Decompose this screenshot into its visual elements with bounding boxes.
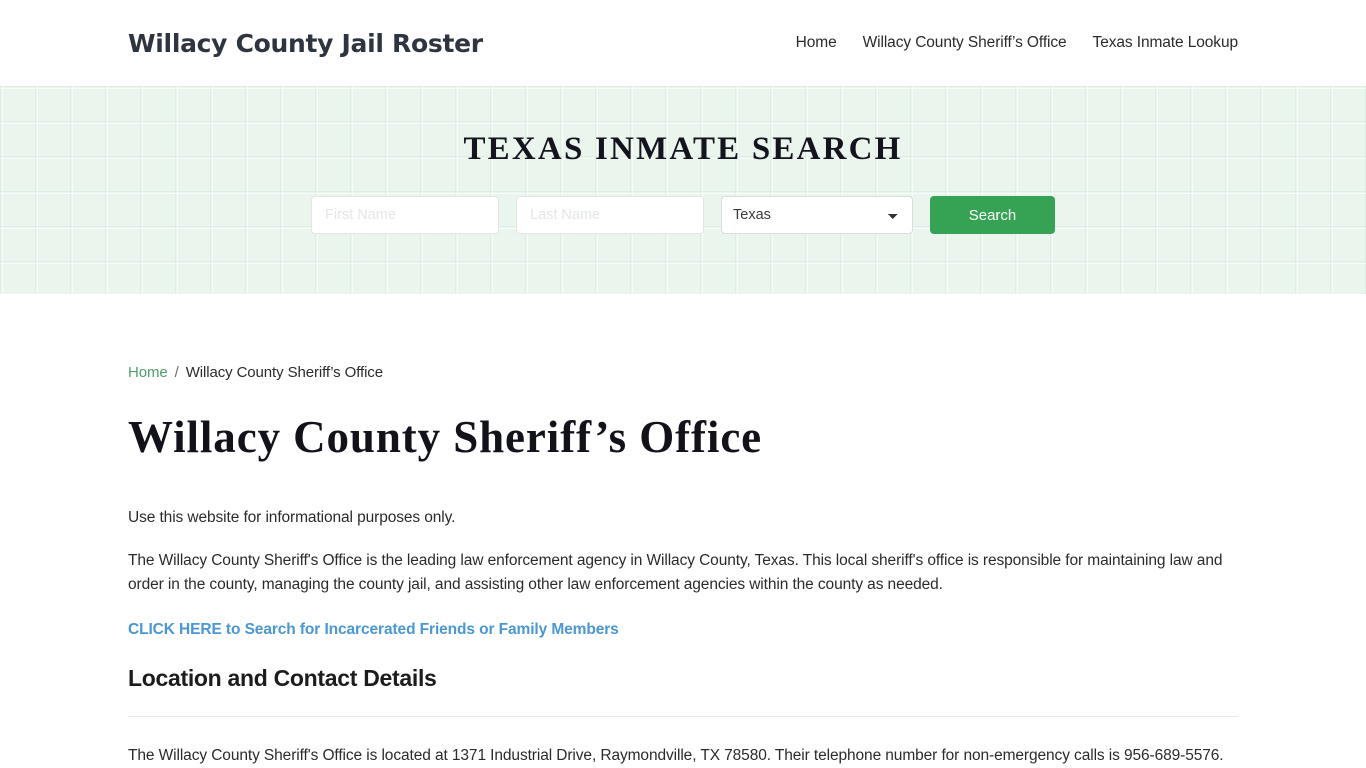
breadcrumb: Home / Willacy County Sheriff’s Office [128,364,1238,381]
page-title: Willacy County Sheriff’s Office [128,412,763,462]
first-name-input[interactable] [311,196,499,234]
breadcrumb-current-page: Willacy County Sheriff’s Office [185,364,383,381]
last-name-input[interactable] [516,196,704,234]
inmate-search-cta-link[interactable]: CLICK HERE to Search for Incarcerated Fr… [128,621,619,639]
breadcrumb-link-home[interactable]: Home [128,364,168,381]
hero-search-section: TEXAS INMATE SEARCH Texas Search [0,86,1366,294]
section-title-location-contact: Location and Contact Details [128,664,437,691]
intro-paragraph: The Willacy County Sheriff's Office is t… [128,551,1223,593]
nav-item-willacy-county-sheriffs-office[interactable]: Willacy County Sheriff’s Office [863,34,1067,52]
nav-item-home[interactable]: Home [796,34,837,52]
breadcrumb-separator: / [174,364,179,381]
contact-paragraph: The Willacy County Sheriff's Office is l… [128,746,1224,764]
inmate-search-form: Texas Search [311,196,1055,234]
nav-item-texas-inmate-lookup[interactable]: Texas Inmate Lookup [1093,34,1239,52]
state-select[interactable]: Texas [721,196,913,234]
site-header: Willacy County Jail Roster Home Willacy … [0,0,1366,86]
main-content: Home / Willacy County Sheriff’s Office W… [0,364,1366,768]
search-button[interactable]: Search [930,196,1055,234]
disclaimer-text: Use this website for informational purpo… [128,508,456,526]
site-logo[interactable]: Willacy County Jail Roster [128,29,483,58]
hero-title: TEXAS INMATE SEARCH [463,131,903,167]
section-divider [128,715,1238,717]
main-navigation: Home Willacy County Sheriff’s Office Tex… [796,34,1238,52]
